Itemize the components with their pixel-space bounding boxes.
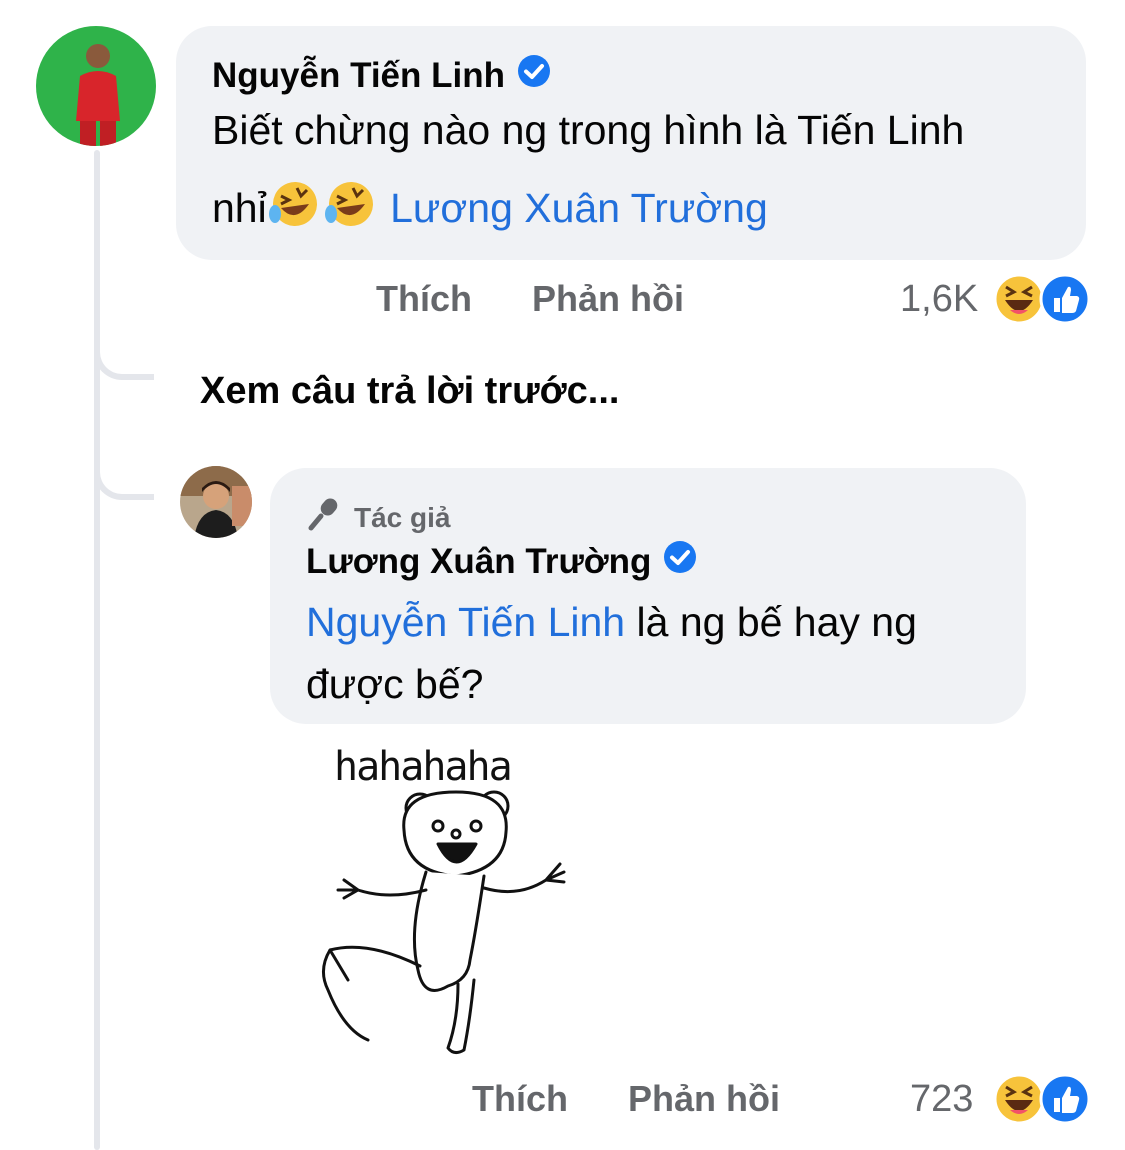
like-icon bbox=[1038, 1072, 1092, 1126]
author-badge: Tác giả bbox=[306, 496, 450, 539]
verified-badge-icon bbox=[517, 54, 551, 97]
mention-link[interactable]: Lương Xuân Trường bbox=[390, 185, 768, 231]
comment-bubble: Tác giả Lương Xuân Trường Nguyễn Tiến Li… bbox=[270, 468, 1026, 724]
thread-connector bbox=[94, 330, 154, 380]
like-button[interactable]: Thích bbox=[376, 278, 472, 320]
reaction-count[interactable]: 723 bbox=[910, 1078, 973, 1121]
haha-bear-sticker[interactable]: hahahaha bbox=[308, 730, 588, 1065]
author-badge-label: Tác giả bbox=[354, 501, 451, 533]
comment-bubble: Nguyễn Tiến Linh Biết chừng nào ng trong… bbox=[176, 26, 1086, 260]
reply-button[interactable]: Phản hồi bbox=[532, 278, 684, 320]
like-button[interactable]: Thích bbox=[472, 1078, 568, 1120]
avatar[interactable] bbox=[36, 26, 156, 146]
reaction-icons[interactable] bbox=[992, 1072, 1092, 1126]
comment-text-line-2: nhỉ Lương Xuân Trường bbox=[212, 176, 768, 248]
thread-line bbox=[94, 150, 100, 1150]
author-name[interactable]: Nguyễn Tiến Linh bbox=[212, 56, 505, 96]
verified-badge-icon bbox=[663, 540, 697, 583]
comment-text-line-1: Biết chừng nào ng trong hình là Tiến Lin… bbox=[212, 107, 965, 153]
reaction-count[interactable]: 1,6K bbox=[900, 278, 978, 321]
microphone-icon bbox=[306, 496, 342, 539]
comment-text-line-2: được bế? bbox=[306, 661, 484, 707]
avatar-photo bbox=[36, 26, 156, 146]
comment-text-line-1: Nguyễn Tiến Linh là ng bế hay ng bbox=[306, 590, 917, 654]
comment-text: là ng bế hay ng bbox=[625, 599, 917, 645]
sticker-text: hahahaha bbox=[334, 744, 511, 790]
mention-link[interactable]: Nguyễn Tiến Linh bbox=[306, 599, 625, 645]
reaction-icons[interactable] bbox=[992, 272, 1092, 326]
avatar[interactable] bbox=[180, 466, 252, 538]
rofl-emoji-icon bbox=[267, 178, 323, 248]
author-name[interactable]: Lương Xuân Trường bbox=[306, 542, 651, 582]
see-previous-replies-link[interactable]: Xem câu trả lời trước... bbox=[200, 370, 619, 413]
comment-author[interactable]: Nguyễn Tiến Linh bbox=[212, 54, 551, 97]
comment-author[interactable]: Lương Xuân Trường bbox=[306, 540, 697, 583]
avatar-photo bbox=[180, 466, 252, 538]
thread-connector bbox=[94, 450, 154, 500]
like-icon bbox=[1038, 272, 1092, 326]
comment-text-prefix: nhỉ bbox=[212, 185, 267, 231]
rofl-emoji-icon bbox=[323, 178, 379, 248]
reply-button[interactable]: Phản hồi bbox=[628, 1078, 780, 1120]
